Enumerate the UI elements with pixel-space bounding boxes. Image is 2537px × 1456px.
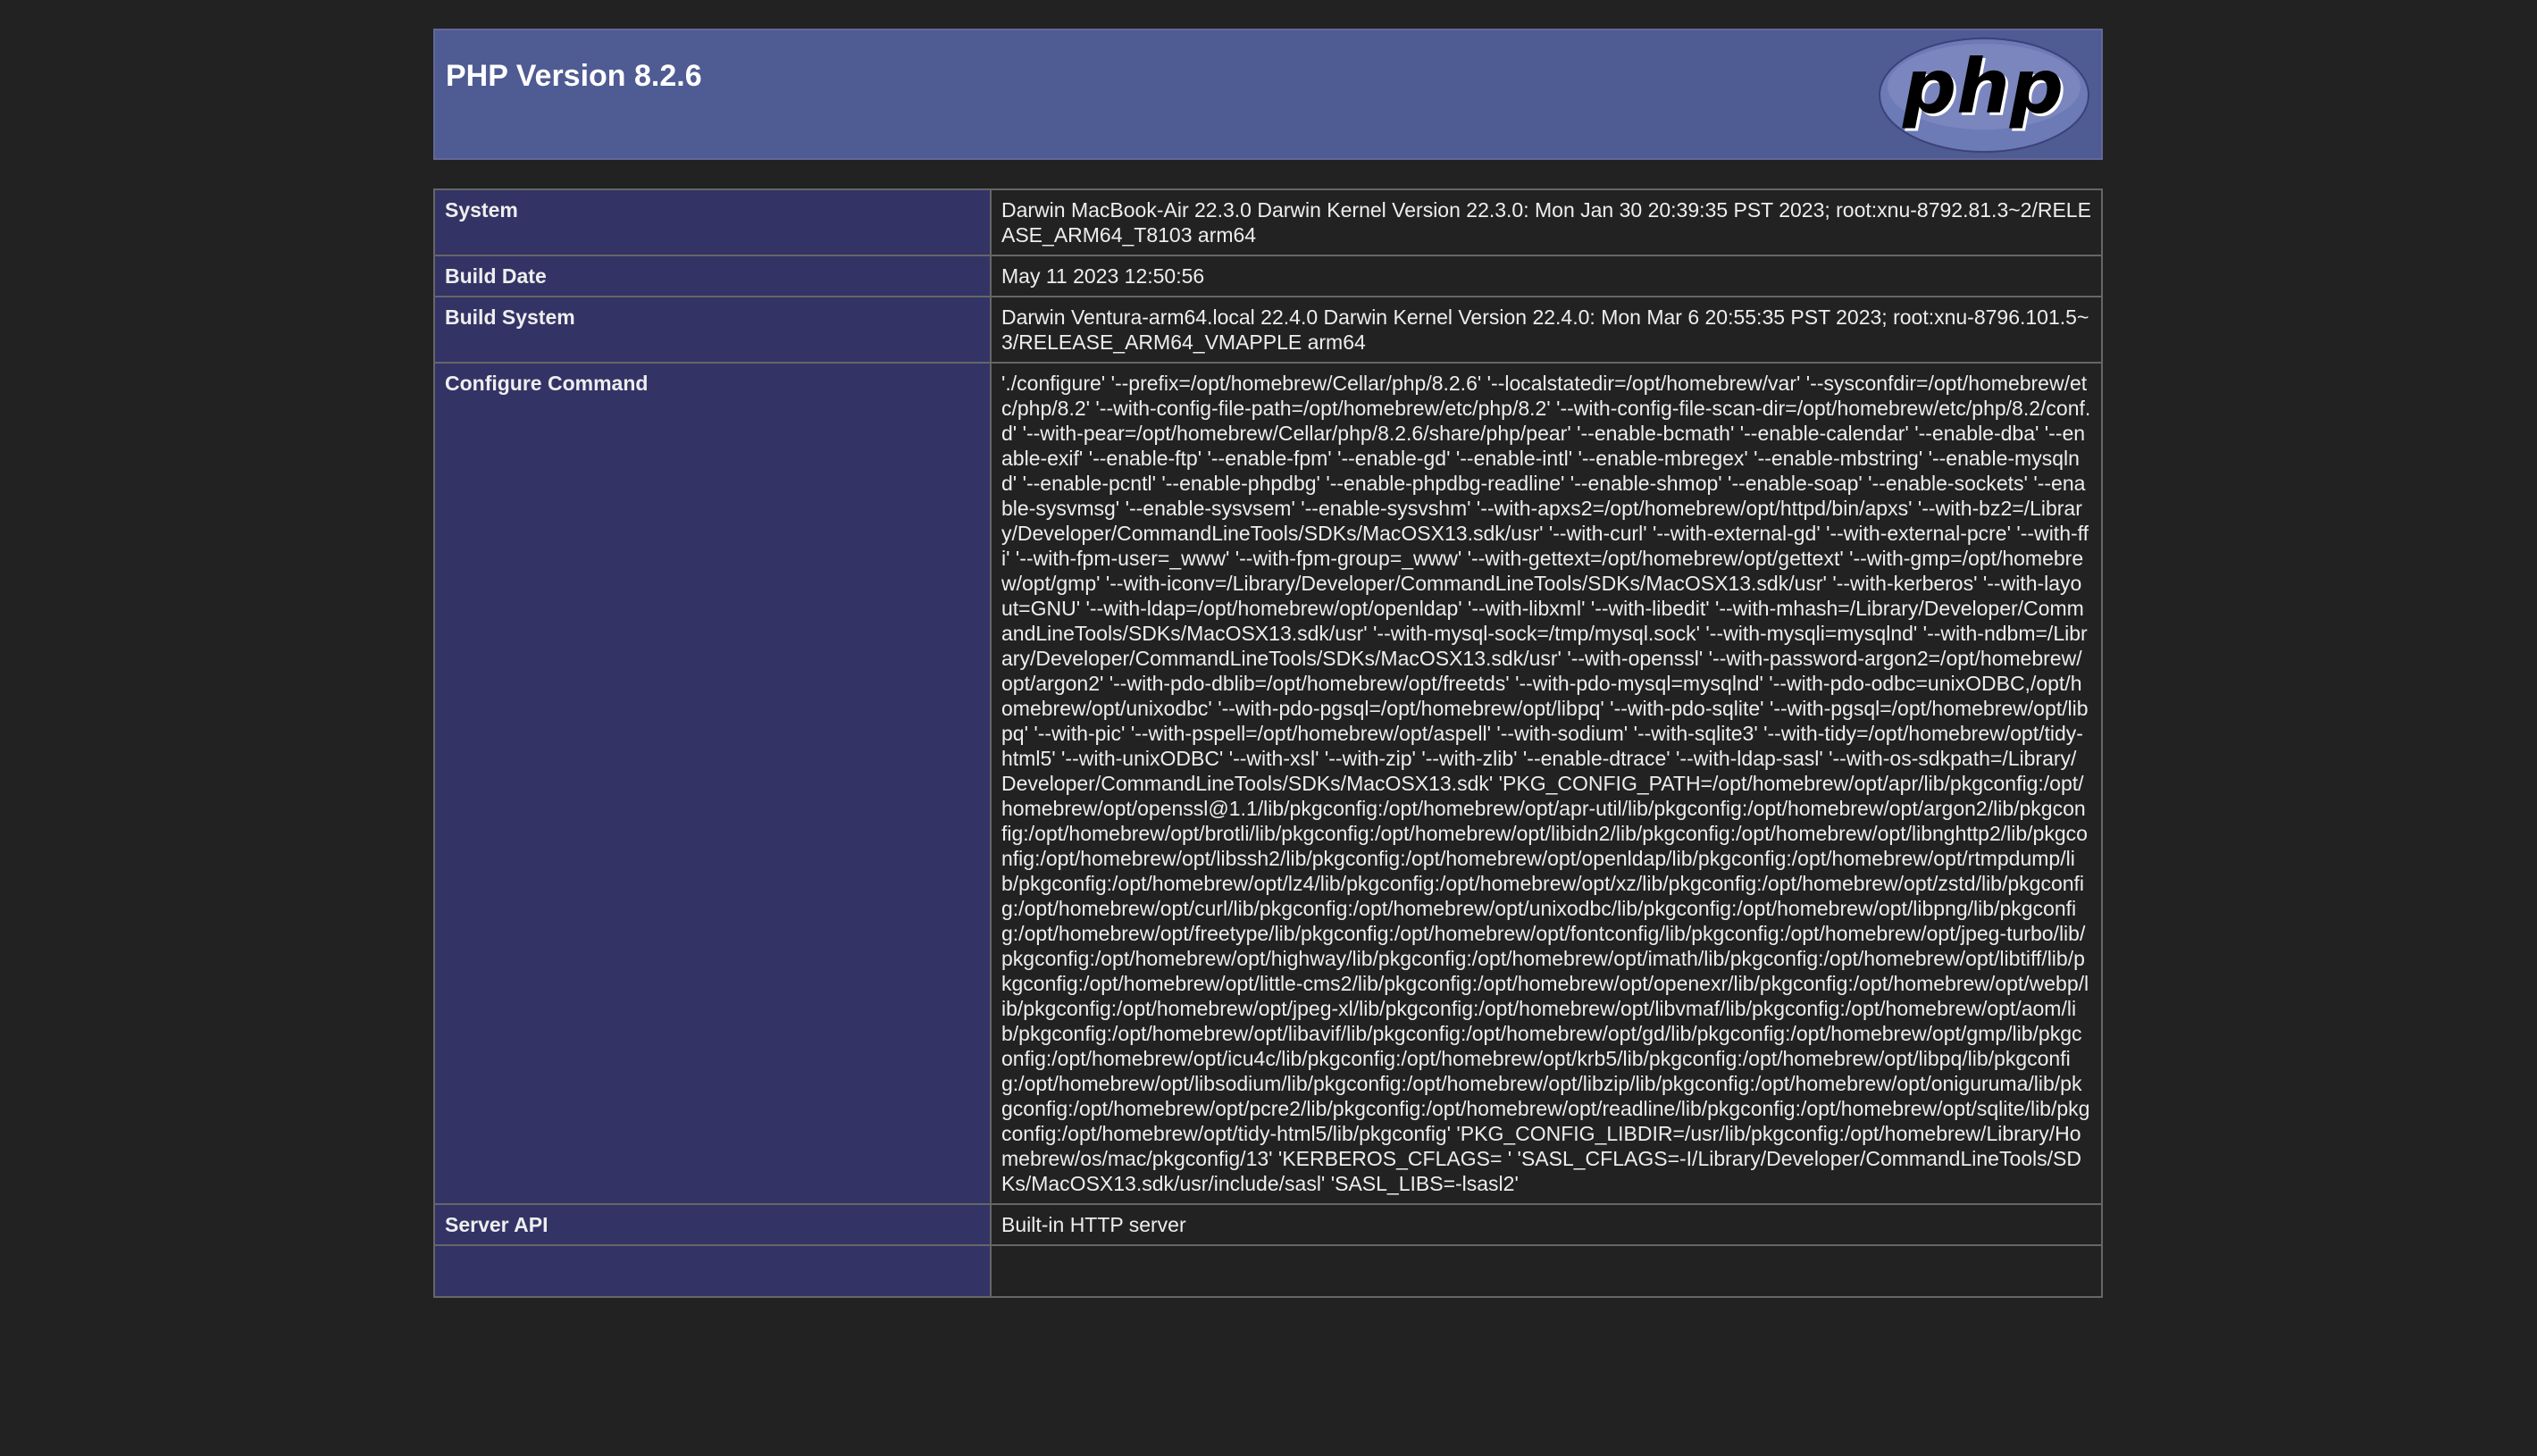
- row-label: Build Date: [433, 255, 992, 297]
- row-value: [990, 1244, 2103, 1298]
- table-row: [433, 1244, 2103, 1298]
- row-value: Darwin MacBook-Air 22.3.0 Darwin Kernel …: [990, 188, 2103, 256]
- php-version-header: PHP Version 8.2.6 php php: [433, 29, 2103, 160]
- row-value: Darwin Ventura-arm64.local 22.4.0 Darwin…: [990, 296, 2103, 364]
- table-row: Server API Built-in HTTP server: [433, 1203, 2103, 1246]
- row-label: [433, 1244, 992, 1298]
- row-label: Server API: [433, 1203, 992, 1246]
- table-row: System Darwin MacBook-Air 22.3.0 Darwin …: [433, 188, 2103, 256]
- php-logo-icon: php php: [1879, 38, 2089, 153]
- row-value: May 11 2023 12:50:56: [990, 255, 2103, 297]
- table-row: Configure Command './configure' '--prefi…: [433, 362, 2103, 1205]
- table-row: Build System Darwin Ventura-arm64.local …: [433, 296, 2103, 364]
- table-row: Build Date May 11 2023 12:50:56: [433, 255, 2103, 297]
- info-table: System Darwin MacBook-Air 22.3.0 Darwin …: [433, 188, 2103, 1298]
- phpinfo-page: PHP Version 8.2.6 php php System Darwin …: [433, 29, 2103, 1298]
- row-value: Built-in HTTP server: [990, 1203, 2103, 1246]
- row-label: Configure Command: [433, 362, 992, 1205]
- page-title: PHP Version 8.2.6: [446, 59, 702, 93]
- row-value: './configure' '--prefix=/opt/homebrew/Ce…: [990, 362, 2103, 1205]
- php-logo-text-shadow: php: [1902, 43, 2064, 130]
- row-label: System: [433, 188, 992, 256]
- row-label: Build System: [433, 296, 992, 364]
